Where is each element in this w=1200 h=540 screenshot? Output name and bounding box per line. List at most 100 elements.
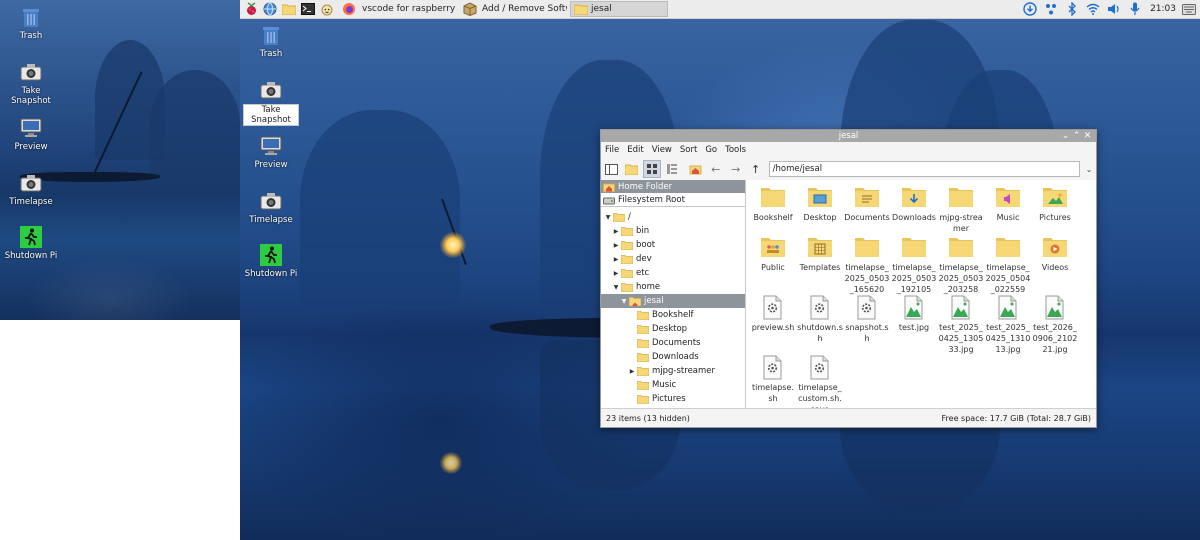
file-item[interactable]: Downloads [891,184,937,223]
file-item[interactable]: Videos [1032,234,1078,273]
maximize-button[interactable]: ⌃ [1071,130,1082,142]
folder-icon [985,234,1031,260]
tree-item[interactable]: ▶ etc [601,266,745,280]
expanded-triangle-icon[interactable]: ▼ [603,214,613,221]
place-home-folder[interactable]: Home Folder [601,180,745,193]
desktop-icon-shutdown-pi[interactable]: Shutdown Pi [3,225,59,261]
microphone-icon[interactable] [1128,2,1142,16]
taskbar-task-vscode[interactable]: vscode for raspberry ... [359,1,459,17]
file-item[interactable]: timelapse_custom.sh.save [797,354,843,409]
back-button[interactable]: ← [707,160,725,178]
bluetooth-icon[interactable] [1065,2,1079,16]
menu-tools[interactable]: Tools [721,145,750,155]
desktop-icon-label: Take Snapshot [243,104,299,126]
taskbar-task-jesal[interactable]: jesal [570,1,668,17]
menu-file[interactable]: File [601,145,623,155]
desktop-icon-label: Trash [19,31,43,41]
file-item[interactable]: preview.sh [750,294,796,333]
up-button[interactable]: ↑ [747,160,765,178]
icon-view-button[interactable] [642,160,661,178]
collapsed-triangle-icon[interactable]: ▶ [627,368,637,375]
collapsed-triangle-icon[interactable]: ▶ [611,270,621,277]
desktop-icon-preview[interactable]: Preview [243,134,299,170]
home-button[interactable] [687,160,705,178]
collapsed-triangle-icon[interactable]: ▶ [611,242,621,249]
collapsed-triangle-icon[interactable]: ▶ [611,256,621,263]
tree-item[interactable]: ▶ boot [601,238,745,252]
collapsed-triangle-icon[interactable]: ▶ [611,228,621,235]
file-item[interactable]: test_2025_0425_131013.jpg [985,294,1031,355]
wifi-icon[interactable] [1086,2,1100,16]
place-filesystem-root[interactable]: Filesystem Root [601,193,745,206]
new-folder-button[interactable] [623,160,641,178]
secondary-desktop: Trash Take Snapshot Preview Timelapse Sh… [0,0,240,320]
close-button[interactable]: ✕ [1082,130,1093,142]
path-input[interactable]: /home/jesal [768,161,1080,177]
expanded-triangle-icon[interactable]: ▼ [619,298,629,305]
volume-icon[interactable] [1107,2,1121,16]
file-item[interactable]: timelapse_2025_0503_165620 [844,234,890,295]
file-item[interactable]: timelapse_2025_0503_192105 [891,234,937,295]
file-item[interactable]: shutdown.sh [797,294,843,344]
tree-item[interactable]: ▼ / [601,210,745,224]
trash-icon [19,5,43,29]
window-titlebar[interactable]: jesal ⌄ ⌃ ✕ [601,130,1096,142]
taskbar-task-add-remove-software[interactable]: Add / Remove Softw... [479,1,567,17]
tree-item[interactable]: Desktop [601,322,745,336]
list-view-button[interactable] [663,160,681,178]
sheep-app-icon[interactable] [319,1,335,17]
file-item[interactable]: Bookshelf [750,184,796,223]
file-item[interactable]: snapshot.sh [844,294,890,344]
menu-go[interactable]: Go [701,145,721,155]
tree-item[interactable]: ▶ dev [601,252,745,266]
tree-item[interactable]: ▼ home [601,280,745,294]
file-item[interactable]: Desktop [797,184,843,223]
terminal-icon[interactable] [300,1,316,17]
keyboard-icon[interactable] [1182,2,1196,16]
vnc-share-icon[interactable] [1044,2,1058,16]
menu-edit[interactable]: Edit [623,145,647,155]
file-item[interactable]: Music [985,184,1031,223]
file-item[interactable]: Documents [844,184,890,223]
file-manager-folder-icon[interactable] [281,1,297,17]
update-download-icon[interactable] [1023,2,1037,16]
file-item[interactable]: mjpg-streamer [938,184,984,234]
tree-item[interactable]: Documents [601,336,745,350]
side-pane-toggle-button[interactable] [603,160,621,178]
file-item[interactable]: timelapse.sh [750,354,796,404]
expanded-triangle-icon[interactable]: ▼ [611,284,621,291]
path-history-dropdown[interactable]: ⌄ [1082,165,1096,174]
desktop-icon-take-snapshot[interactable]: Take Snapshot [3,60,59,106]
clock[interactable]: 21:03 [1150,4,1176,14]
file-item[interactable]: timelapse_2025_0504_022559 [985,234,1031,295]
tree-item[interactable]: ▶ mjpg-streamer [601,364,745,378]
tree-item[interactable]: Bookshelf [601,308,745,322]
place-label: Home Folder [618,181,673,192]
tree-item[interactable]: Downloads [601,350,745,364]
file-item[interactable]: test_2026_0906_210221.jpg [1032,294,1078,355]
desktop-icon-shutdown-pi[interactable]: Shutdown Pi [243,243,299,279]
forward-button[interactable]: → [727,160,745,178]
file-item[interactable]: test_2025_0425_130533.jpg [938,294,984,355]
browser-globe-icon[interactable] [262,1,278,17]
raspberry-menu-icon[interactable] [243,1,259,17]
desktop-icon-preview[interactable]: Preview [3,116,59,152]
minimize-button[interactable]: ⌄ [1060,130,1071,142]
tree-item[interactable]: Pictures [601,392,745,406]
tree-item[interactable]: ▼ jesal [601,294,745,308]
desktop-icon-trash[interactable]: Trash [3,5,59,41]
desktop-icon-timelapse[interactable]: Timelapse [3,171,59,207]
file-item[interactable]: timelapse_2025_0503_203258 [938,234,984,295]
file-item[interactable]: test.jpg [891,294,937,333]
tree-item[interactable]: ▶ bin [601,224,745,238]
tree-item-label: dev [636,254,652,264]
menu-view[interactable]: View [648,145,676,155]
menu-sort[interactable]: Sort [676,145,701,155]
tree-item[interactable]: Music [601,378,745,392]
desktop-icon-take-snapshot[interactable]: Take Snapshot [243,78,299,126]
desktop-icon-trash[interactable]: Trash [243,23,299,59]
desktop-icon-timelapse[interactable]: Timelapse [243,189,299,225]
file-item[interactable]: Public [750,234,796,273]
file-item[interactable]: Pictures [1032,184,1078,223]
file-item[interactable]: Templates [797,234,843,273]
